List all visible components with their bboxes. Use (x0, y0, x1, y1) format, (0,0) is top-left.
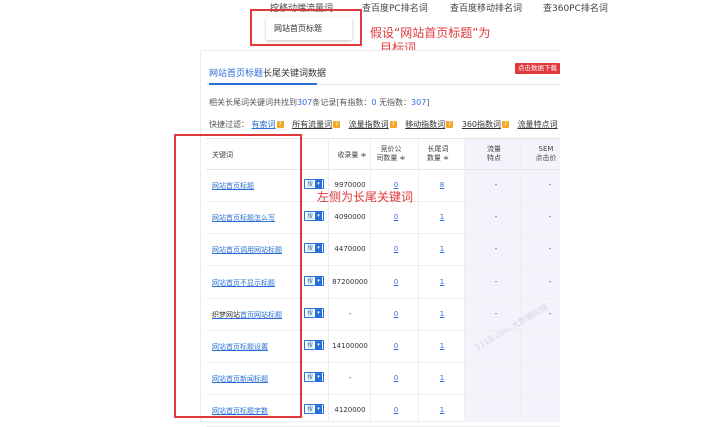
header-index[interactable]: 收录量 ≑ (334, 151, 370, 160)
bidders-count[interactable]: 0 (384, 406, 408, 414)
panel-title: 网站首页标题长尾关键词数据 (209, 66, 326, 79)
header-bidders[interactable]: 竞价公 司数量 ≑ (374, 145, 408, 163)
record-summary: 相关长尾词关键词共找到307条记录[有指数：0 无指数：307] (209, 97, 429, 108)
bidders-count[interactable]: 0 (384, 245, 408, 253)
panel-title-suffix: 长尾关键词数据 (263, 69, 327, 79)
index-count: 4470000 (334, 245, 366, 254)
traffic-feature: - (494, 277, 498, 286)
sem-price: - (548, 277, 552, 286)
index-count: 14100000 (332, 342, 368, 350)
annotation-long-tail: 左侧为长尾关键词 (317, 190, 414, 204)
bidders-count[interactable]: 0 (384, 278, 408, 286)
keyword-highlight-box (174, 134, 302, 418)
chevron-down-icon: ▾ (315, 373, 322, 382)
bidders-count[interactable]: 0 (384, 181, 408, 189)
index-count: 9970000 (334, 181, 366, 189)
help-icon: ? (389, 121, 397, 128)
long-tail-count[interactable]: 1 (430, 374, 454, 382)
nav-item-baidu-mobile-rank[interactable]: 查百度移动排名词 (450, 1, 522, 14)
search-engine-dropdown[interactable]: 搜 ▾ (304, 307, 324, 318)
sort-icon: ≑ (399, 154, 406, 162)
help-icon: ? (446, 121, 454, 128)
help-icon: ? (333, 121, 341, 128)
long-tail-count[interactable]: 1 (430, 213, 454, 221)
sem-price: - (548, 181, 552, 189)
chevron-down-icon: ▾ (315, 341, 322, 349)
traffic-feature: - (494, 213, 498, 222)
chevron-down-icon: ▾ (315, 244, 322, 253)
filter-360-index[interactable]: 360指数词? (462, 120, 510, 129)
sort-icon: ≑ (443, 154, 450, 162)
annotation-target-line1: 假设“网站首页标题”为 (370, 26, 491, 40)
index-count: 87200000 (332, 277, 368, 286)
index-count: 4120000 (334, 406, 366, 415)
index-count: - (348, 309, 352, 318)
long-tail-count[interactable]: 8 (430, 181, 454, 189)
bidders-count[interactable]: 0 (384, 342, 408, 350)
long-tail-count[interactable]: 1 (430, 310, 454, 318)
search-engine-dropdown[interactable]: 搜 ▾ (304, 404, 324, 415)
help-icon: ? (276, 121, 284, 128)
sem-price: - (548, 213, 552, 222)
search-engine-dropdown[interactable]: 搜 ▾ (304, 340, 324, 350)
summary-prefix: 相关长尾词关键词共找到 (209, 98, 297, 107)
filter-traffic-feature[interactable]: 流量特点词 (518, 120, 558, 129)
summary-suffix: ] (426, 98, 430, 107)
filter-traffic-index[interactable]: 流量指数词? (349, 120, 397, 129)
sem-price: - (548, 245, 552, 254)
bidders-count[interactable]: 0 (384, 374, 408, 382)
traffic-feature: - (494, 181, 498, 189)
sort-icon: ≑ (360, 151, 367, 159)
index-count: 4090000 (334, 213, 366, 222)
panel-title-keyword: 网站首页标题 (209, 69, 264, 79)
index-count: - (348, 374, 352, 383)
chevron-down-icon: ▾ (315, 276, 322, 285)
traffic-feature: - (494, 245, 498, 254)
search-engine-dropdown[interactable]: 搜 ▾ (304, 179, 324, 189)
chevron-down-icon: ▾ (315, 180, 322, 188)
title-underline (209, 83, 317, 85)
filter-has-index[interactable]: 有索词? (252, 120, 284, 129)
help-icon: ? (502, 121, 510, 128)
chevron-down-icon: ▾ (315, 405, 322, 414)
summary-sep: 无指数： (376, 98, 412, 107)
filter-mobile-index[interactable]: 移动指数词? (405, 120, 454, 129)
bidders-count[interactable]: 0 (384, 310, 408, 318)
search-engine-dropdown[interactable]: 搜 ▾ (304, 275, 324, 286)
export-button[interactable]: 点击数据下载 (515, 63, 560, 74)
summary-mid: 条记录[有指数： (312, 98, 372, 107)
search-engine-dropdown[interactable]: 搜 ▾ (304, 372, 324, 383)
filters-label: 快捷过滤： (209, 120, 249, 129)
bidders-count[interactable]: 0 (384, 213, 408, 221)
header-sem: SEM 点击价 (535, 145, 557, 162)
header-long-tail[interactable]: 长尾词 数量 ≑ (420, 145, 456, 163)
chevron-down-icon: ▾ (315, 212, 322, 221)
quick-filters: 快捷过滤： 有索词? 所有流量词? 流量指数词? 移动指数词? 360指数词? … (209, 119, 564, 130)
long-tail-count[interactable]: 1 (430, 245, 454, 253)
nav-item-360-pc-rank[interactable]: 查360PC排名词 (543, 1, 608, 14)
search-engine-dropdown[interactable]: 搜 ▾ (304, 211, 324, 222)
summary-count: 307 (297, 98, 313, 107)
filter-all-traffic[interactable]: 所有流量词? (292, 120, 341, 129)
search-engine-dropdown[interactable]: 搜 ▾ (304, 243, 324, 254)
target-highlight-box (250, 9, 362, 46)
long-tail-count[interactable]: 1 (430, 342, 454, 350)
chevron-down-icon: ▾ (315, 308, 322, 317)
long-tail-count[interactable]: 1 (430, 278, 454, 286)
header-traffic: 流量 特点 (487, 145, 501, 162)
nav-item-baidu-pc-rank[interactable]: 查百度PC排名词 (362, 1, 428, 14)
long-tail-count[interactable]: 1 (430, 406, 454, 414)
traffic-feature: - (494, 309, 498, 318)
summary-no-index: 307 (411, 98, 427, 107)
